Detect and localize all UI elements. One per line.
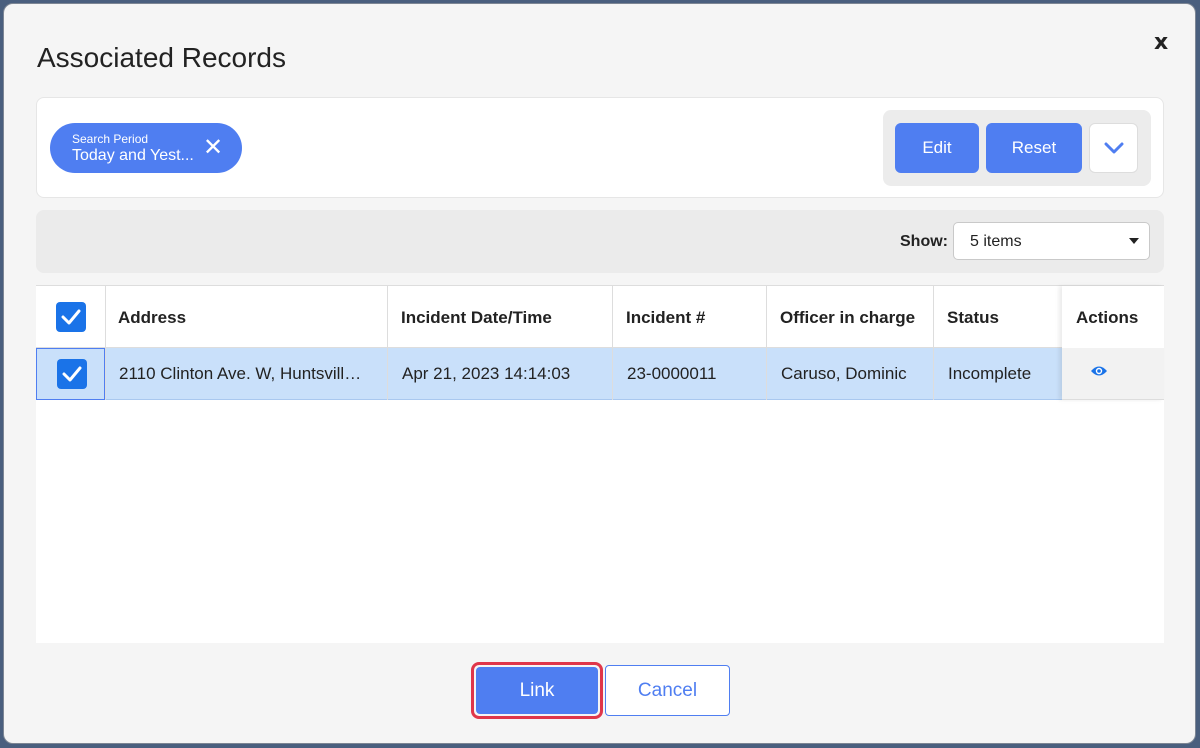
chevron-down-icon (1104, 142, 1123, 154)
remove-filter-icon[interactable]: ✕ (203, 133, 223, 161)
expand-filters-button[interactable] (1089, 123, 1138, 173)
items-per-page-value: 5 items (970, 233, 1022, 250)
row-select-cell (36, 348, 105, 400)
filter-actions: Edit Reset (883, 110, 1151, 186)
link-button[interactable]: Link (471, 662, 603, 719)
column-header-status[interactable]: Status (947, 308, 999, 328)
chip-label: Search Period (72, 132, 149, 146)
table-row[interactable]: 2110 Clinton Ave. W, Huntsvill… Apr 21, … (36, 348, 1164, 400)
actions-cell (1062, 348, 1164, 400)
search-period-chip[interactable]: Search Period Today and Yest... ✕ (50, 123, 242, 173)
view-record-eye-icon[interactable] (1090, 364, 1108, 383)
dialog-title: Associated Records (37, 42, 287, 73)
check-icon (61, 309, 81, 325)
cell-status: Incomplete (948, 364, 1032, 383)
column-header-incident-datetime[interactable]: Incident Date/Time (401, 308, 552, 328)
check-icon (62, 366, 82, 382)
table-header: Address Incident Date/Time Incident # Of… (36, 286, 1164, 348)
caret-down-icon (1129, 238, 1139, 244)
column-header-officer[interactable]: Officer in charge (780, 308, 915, 328)
row-checkbox[interactable] (57, 359, 87, 389)
select-all-checkbox[interactable] (56, 302, 86, 332)
cell-incident-datetime: Apr 21, 2023 14:14:03 (402, 364, 571, 383)
column-divider (612, 286, 613, 400)
column-divider (766, 286, 767, 400)
cell-incident-number: 23-0000011 (627, 364, 717, 383)
items-per-page-select[interactable]: 5 items (953, 222, 1150, 260)
associated-records-dialog: Associated Records x Search Period Today… (3, 3, 1196, 744)
cancel-button[interactable]: Cancel (605, 665, 730, 716)
chip-value: Today and Yest... (72, 147, 194, 164)
reset-button[interactable]: Reset (986, 123, 1082, 173)
column-divider (933, 286, 934, 400)
cell-address: 2110 Clinton Ave. W, Huntsvill… (119, 364, 362, 383)
column-header-address[interactable]: Address (118, 308, 186, 328)
pager-bar: Show: 5 items (36, 210, 1164, 273)
filter-panel: Search Period Today and Yest... ✕ Edit R… (36, 97, 1164, 198)
close-dialog-button[interactable]: x (1154, 30, 1168, 55)
column-divider (105, 286, 106, 400)
show-label: Show: (900, 233, 948, 250)
link-button-label: Link (476, 667, 598, 714)
column-header-actions: Actions (1076, 308, 1139, 327)
column-divider (387, 286, 388, 400)
edit-button[interactable]: Edit (895, 123, 979, 173)
cell-officer: Caruso, Dominic (781, 364, 907, 383)
column-header-incident-number[interactable]: Incident # (626, 308, 705, 328)
records-table: Address Incident Date/Time Incident # Of… (36, 285, 1164, 643)
